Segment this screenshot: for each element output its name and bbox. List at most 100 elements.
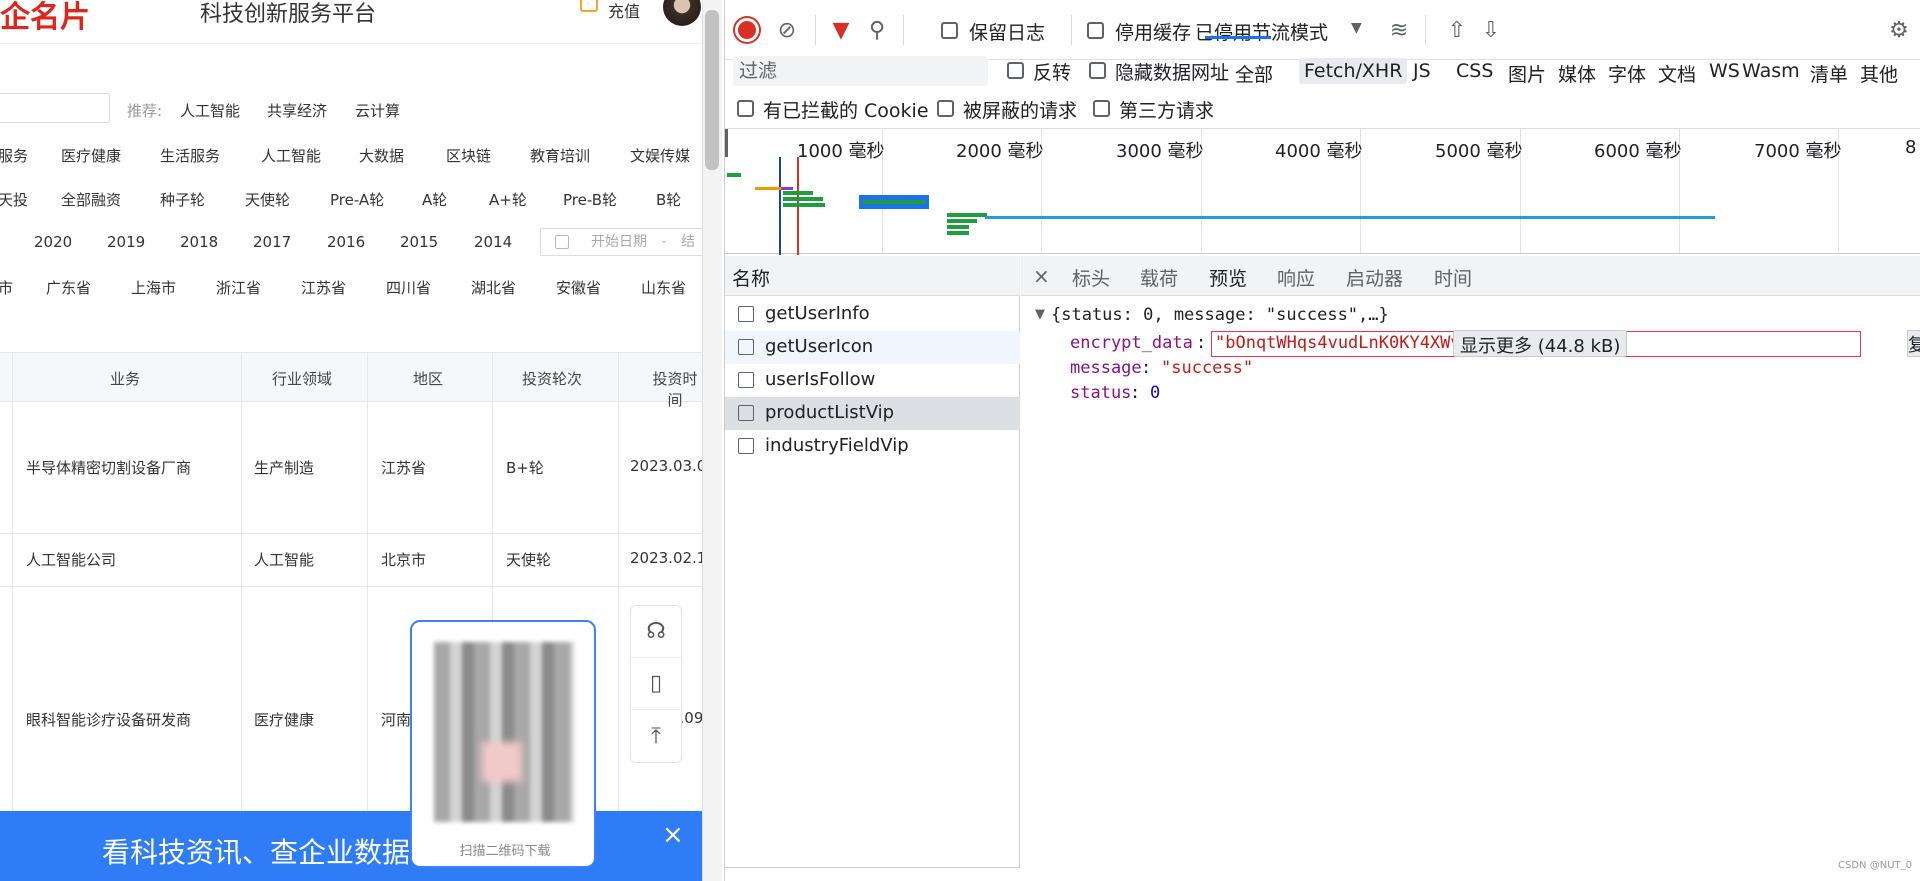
year-filter[interactable]: 2016 xyxy=(327,233,365,251)
back-to-top-icon[interactable]: ⤒ xyxy=(631,710,681,762)
request-row[interactable]: userIsFollow xyxy=(725,364,1020,397)
round-filter[interactable]: A轮 xyxy=(422,189,447,210)
industry-filter[interactable]: 医疗健康 xyxy=(61,145,121,166)
blocked-cookies-checkbox[interactable] xyxy=(737,100,754,117)
round-filter[interactable]: 天投 xyxy=(0,189,28,210)
tab-initiator[interactable]: 启动器 xyxy=(1346,264,1403,291)
timeline-tick: 3000 毫秒 xyxy=(1116,141,1204,162)
year-filter[interactable]: 2014 xyxy=(474,233,512,251)
request-row[interactable]: industryFieldVip xyxy=(725,430,1020,463)
invert-checkbox[interactable] xyxy=(1007,62,1024,79)
preserve-log-checkbox[interactable] xyxy=(941,22,958,39)
request-row[interactable]: getUserIcon xyxy=(725,331,1020,364)
close-icon[interactable]: × xyxy=(662,820,684,850)
hide-data-urls-checkbox[interactable] xyxy=(1089,62,1106,79)
download-banner[interactable]: 看科技资讯、查企业数据 xyxy=(0,811,702,881)
industry-filter[interactable]: 服务 xyxy=(0,145,28,166)
year-filter[interactable]: 2019 xyxy=(107,233,145,251)
region-filter[interactable]: 广东省 xyxy=(46,277,91,298)
region-filter[interactable]: 安徽省 xyxy=(556,277,601,298)
copy-button[interactable]: 复 xyxy=(1907,330,1920,357)
region-filter[interactable]: 上海市 xyxy=(131,277,176,298)
date-range-picker[interactable]: 开始日期 - 结 xyxy=(540,228,702,256)
type-filter-wasm[interactable]: Wasm xyxy=(1737,58,1805,84)
industry-filter[interactable]: 生活服务 xyxy=(160,145,220,166)
region-filter[interactable]: 山东省 xyxy=(641,277,686,298)
blocked-requests-checkbox[interactable] xyxy=(937,100,954,117)
type-filter-font[interactable]: 字体 xyxy=(1603,58,1651,89)
industry-filter[interactable]: 区块链 xyxy=(446,145,491,166)
network-conditions-icon[interactable]: ≋ xyxy=(1385,16,1413,44)
tab-response[interactable]: 响应 xyxy=(1277,264,1315,291)
scrollbar-thumb[interactable] xyxy=(705,10,719,170)
year-filter[interactable]: 2018 xyxy=(180,233,218,251)
cell-business[interactable]: 半导体精密切割设备厂商 xyxy=(26,457,191,478)
disable-cache-checkbox[interactable] xyxy=(1087,22,1104,39)
type-filter-media[interactable]: 媒体 xyxy=(1553,58,1601,89)
close-icon[interactable]: × xyxy=(1033,264,1050,288)
type-filter-js[interactable]: JS xyxy=(1408,58,1436,84)
expand-triangle-icon[interactable]: ▼ xyxy=(1035,307,1045,322)
tab-headers[interactable]: 标头 xyxy=(1072,264,1110,291)
industry-filter[interactable]: 大数据 xyxy=(359,145,404,166)
column-divider xyxy=(618,352,619,812)
search-input[interactable] xyxy=(0,93,110,123)
json-colon: : xyxy=(1130,383,1141,403)
region-filter[interactable]: 江苏省 xyxy=(301,277,346,298)
tab-payload[interactable]: 载荷 xyxy=(1140,264,1178,291)
region-filter[interactable]: 湖北省 xyxy=(471,277,516,298)
round-filter[interactable]: 全部融资 xyxy=(61,189,121,210)
round-filter[interactable]: A+轮 xyxy=(489,189,527,210)
cell-business[interactable]: 人工智能公司 xyxy=(26,549,116,570)
year-filter[interactable]: 2015 xyxy=(400,233,438,251)
type-filter-css[interactable]: CSS xyxy=(1451,58,1498,84)
round-filter[interactable]: 天使轮 xyxy=(245,189,290,210)
recommend-tag[interactable]: 人工智能 xyxy=(180,100,240,121)
year-filter[interactable]: 2017 xyxy=(253,233,291,251)
type-filter-fetch[interactable]: Fetch/XHR xyxy=(1299,58,1408,84)
request-row-selected[interactable]: productListVip xyxy=(725,397,1020,430)
round-filter[interactable]: Pre-A轮 xyxy=(330,189,384,210)
region-filter[interactable]: 四川省 xyxy=(386,277,431,298)
round-filter[interactable]: Pre-B轮 xyxy=(563,189,617,210)
type-filter-all[interactable]: 全部 xyxy=(1230,58,1278,89)
clear-icon[interactable]: ⊘ xyxy=(773,16,801,44)
export-har-icon[interactable]: ⇩ xyxy=(1477,16,1505,44)
dropdown-arrow-icon[interactable]: ▼ xyxy=(1351,20,1362,36)
name-column-header[interactable]: 名称 xyxy=(725,256,1020,296)
tab-timing[interactable]: 时间 xyxy=(1434,264,1472,291)
type-filter-manifest[interactable]: 清单 xyxy=(1805,58,1853,89)
type-filter-img[interactable]: 图片 xyxy=(1503,58,1551,89)
third-party-checkbox[interactable] xyxy=(1093,100,1110,117)
industry-filter[interactable]: 文娱传媒 xyxy=(630,145,690,166)
recharge-link[interactable]: 充值 xyxy=(608,0,640,22)
type-filter-other[interactable]: 其他 xyxy=(1855,58,1903,89)
phone-icon[interactable]: ▯ xyxy=(631,658,681,710)
industry-filter[interactable]: 人工智能 xyxy=(261,145,321,166)
request-row[interactable]: getUserInfo xyxy=(725,298,1020,331)
round-filter[interactable]: B轮 xyxy=(656,189,681,210)
throttling-select[interactable]: 已停用节流模式 xyxy=(1195,18,1328,45)
headset-icon[interactable]: ☊ xyxy=(631,606,681,658)
record-icon[interactable] xyxy=(735,18,759,42)
search-icon[interactable]: ⚲ xyxy=(863,16,891,44)
import-har-icon[interactable]: ⇧ xyxy=(1443,16,1471,44)
cell-business[interactable]: 眼科智能诊疗设备研发商 xyxy=(26,709,191,730)
tab-preview[interactable]: 预览 xyxy=(1209,264,1247,291)
industry-filter[interactable]: 教育培训 xyxy=(530,145,590,166)
gear-icon[interactable]: ⚙ xyxy=(1885,16,1913,44)
region-filter[interactable]: 浙江省 xyxy=(216,277,261,298)
show-more-button[interactable]: 显示更多 (44.8 kB) xyxy=(1453,330,1628,357)
year-filter[interactable]: 2020 xyxy=(34,233,72,251)
region-filter[interactable]: 市 xyxy=(0,277,13,298)
round-filter[interactable]: 种子轮 xyxy=(160,189,205,210)
toolbar-separator xyxy=(815,15,816,45)
site-logo[interactable]: 企名片 xyxy=(0,0,90,36)
type-filter-doc[interactable]: 文档 xyxy=(1653,58,1701,89)
timeline-overview[interactable]: 1000 毫秒 2000 毫秒 3000 毫秒 4000 毫秒 5000 毫秒 … xyxy=(725,128,1920,255)
recommend-tag[interactable]: 云计算 xyxy=(355,100,400,121)
recommend-tag[interactable]: 共享经济 xyxy=(267,100,327,121)
filter-icon[interactable]: ▼ xyxy=(827,16,855,44)
column-header: 业务 xyxy=(110,370,141,388)
filter-input[interactable]: 过滤 xyxy=(733,56,988,86)
